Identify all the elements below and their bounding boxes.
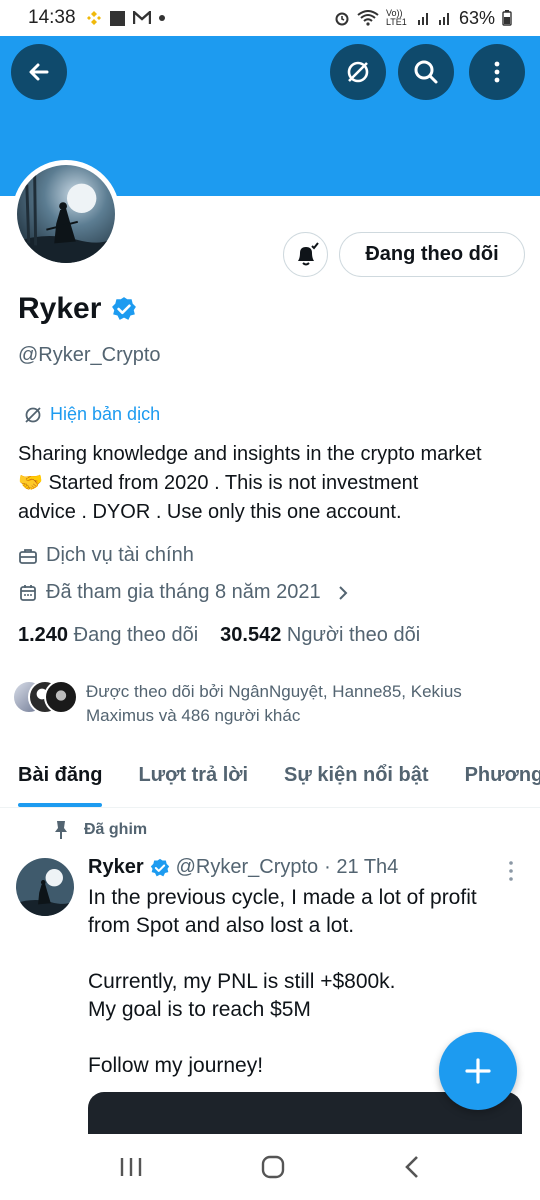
followed-by-section[interactable]: Được theo dõi bởi NgânNguyệt, Hanne85, K…	[12, 680, 512, 728]
profile-bio: Sharing knowledge and insights in the cr…	[18, 440, 533, 527]
wifi-icon	[357, 10, 379, 26]
avatar-image	[17, 165, 115, 263]
joined-label: Đã tham gia tháng 8 năm 2021	[46, 581, 321, 603]
show-translation-link[interactable]: Hiện bản dịch	[24, 404, 160, 425]
network-label: Vo)) LTE1	[385, 8, 407, 27]
battery-icon	[502, 10, 512, 26]
arrow-left-icon	[29, 63, 49, 81]
followers-count-link[interactable]: 30.542 Người theo dõi	[220, 624, 420, 647]
translate-off-icon	[347, 61, 369, 83]
avatar	[44, 680, 78, 714]
post-line	[88, 940, 528, 968]
profile-joined[interactable]: Đã tham gia tháng 8 năm 2021	[18, 581, 351, 604]
post-more-icon[interactable]	[505, 860, 517, 882]
tab-replies[interactable]: Lượt trả lời	[120, 748, 266, 807]
post-author-avatar[interactable]	[16, 858, 74, 916]
chevron-right-icon	[338, 585, 348, 600]
more-options-button[interactable]	[469, 44, 525, 100]
signal-icon-2	[438, 13, 449, 25]
bio-line: advice . DYOR . Use only this one accoun…	[18, 501, 402, 523]
status-time: 14:38	[28, 7, 76, 28]
search-button[interactable]	[398, 44, 454, 100]
follower-avatars	[12, 680, 78, 716]
post-header: Ryker @Ryker_Crypto · 21 Th4	[88, 856, 398, 879]
bell-check-icon	[297, 241, 319, 265]
following-count-link[interactable]: 1.240 Đang theo dõi	[18, 624, 198, 647]
following-count: 1.240	[18, 624, 69, 646]
profile-name: Ryker	[18, 292, 102, 325]
back-button[interactable]	[11, 44, 67, 100]
category-label: Dịch vụ tài chính	[46, 544, 194, 566]
recent-apps-icon[interactable]	[118, 1155, 144, 1179]
compose-button[interactable]	[439, 1032, 517, 1110]
bio-line: Sharing knowledge and insights in the cr…	[18, 443, 482, 465]
tab-highlights[interactable]: Sự kiện nổi bật	[266, 748, 447, 807]
post-date: · 21 Th4	[324, 856, 399, 878]
post-line: My goal is to reach $5M	[88, 998, 311, 1021]
verified-badge-icon[interactable]	[111, 296, 137, 322]
profile-tabs: Bài đăng Lượt trả lời Sự kiện nổi bật Ph…	[0, 748, 540, 808]
battery-percent: 63%	[458, 7, 495, 28]
post-author-handle: @Ryker_Crypto	[175, 856, 319, 878]
following-button[interactable]: Đang theo dõi	[339, 232, 525, 277]
post-line: from Spot and also lost a lot.	[88, 914, 355, 937]
home-icon[interactable]	[260, 1154, 286, 1180]
profile-handle: @Ryker_Crypto	[18, 344, 161, 366]
bio-line: 🤝 Started from 2020 . This is not invest…	[18, 472, 419, 494]
tab-media[interactable]: Phương	[447, 748, 540, 807]
profile-name-row: Ryker	[18, 292, 137, 326]
gmail-icon	[132, 11, 151, 24]
plus-icon	[465, 1058, 491, 1084]
signal-icon	[417, 13, 428, 25]
square-app-icon	[109, 10, 125, 26]
follow-counts: 1.240 Đang theo dõi 30.542 Người theo dõ…	[18, 624, 420, 647]
more-notifications-icon	[158, 15, 165, 21]
pinned-label: Đã ghim	[84, 821, 148, 838]
post-author-name[interactable]: Ryker	[88, 856, 144, 879]
status-right: Vo)) LTE1 63%	[334, 8, 512, 29]
followers-count: 30.542	[220, 624, 282, 646]
show-translation-label: Hiện bản dịch	[50, 404, 161, 424]
profile-category: Dịch vụ tài chính	[18, 544, 194, 567]
translate-off-icon	[25, 406, 41, 423]
status-notification-icons	[86, 10, 165, 26]
followed-by-text: Được theo dõi bởi NgânNguyệt, Hanne85, K…	[86, 682, 462, 725]
following-label: Đang theo dõi	[73, 624, 199, 646]
pinned-indicator: Đã ghim	[52, 820, 147, 840]
briefcase-icon	[19, 548, 37, 564]
back-nav-icon[interactable]	[402, 1154, 422, 1180]
status-bar: 14:38 Vo)) LTE1 63%	[0, 0, 540, 36]
calendar-icon	[20, 584, 36, 601]
post-line: Currently, my PNL is still +$800k.	[88, 970, 396, 993]
more-vertical-icon	[494, 61, 500, 83]
profile-avatar[interactable]	[12, 160, 120, 268]
pin-icon	[55, 821, 67, 839]
followers-label: Người theo dõi	[286, 624, 421, 646]
translate-toggle-button[interactable]	[330, 44, 386, 100]
search-icon	[414, 60, 438, 84]
system-nav-bar	[0, 1134, 540, 1200]
tab-posts[interactable]: Bài đăng	[0, 748, 120, 807]
binance-icon	[86, 11, 101, 25]
verified-badge-icon	[150, 858, 169, 876]
post-line: In the previous cycle, I made a lot of p…	[88, 886, 477, 909]
alarm-icon	[335, 12, 349, 26]
notification-bell-button[interactable]	[283, 232, 328, 277]
